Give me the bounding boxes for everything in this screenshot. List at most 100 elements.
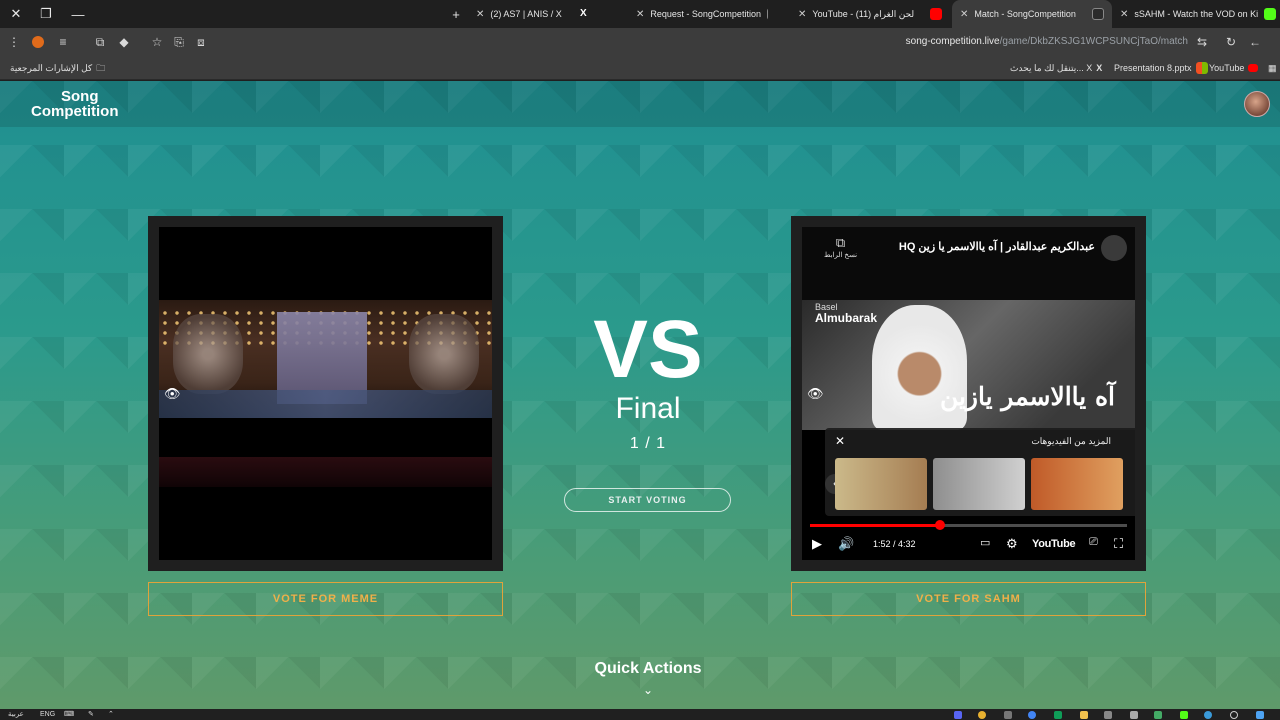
more-videos-panel: ✕ المزيد من الفيديوهات ‹ <box>825 428 1135 516</box>
keyboard-icon[interactable]: ⌨ <box>64 709 74 720</box>
restore-window-icon[interactable]: ❐ <box>30 0 62 28</box>
kick-icon <box>1264 8 1277 20</box>
tab-as7[interactable]: ✕ (2) AS7 | ANIS / X X <box>468 0 600 28</box>
bookmarks-folder[interactable]: كل الإشارات المرجعية 🗀 <box>10 56 105 80</box>
volume-icon[interactable]: 🔊 <box>838 536 854 552</box>
copy-icon: ⧉ <box>835 235 846 250</box>
video-player-right[interactable]: عبدالكريم عبدالقادر | آه ياالاسمر يا زين… <box>802 227 1135 560</box>
taskbar-app-icon[interactable] <box>1130 711 1138 719</box>
bookmark-item[interactable]: YouTube <box>1209 56 1259 80</box>
taskbar-app-icon[interactable] <box>1104 711 1112 719</box>
youtube-logo[interactable]: YouTube <box>1032 538 1076 550</box>
taskbar-app-icon[interactable] <box>954 711 962 719</box>
cast-icon[interactable]: ⎚ <box>1089 536 1098 549</box>
player-controls: ▶ 🔊 1:52 / 4:32 ▭ ⚙ YouTube ⎚ ⛶ <box>802 518 1135 560</box>
pen-icon[interactable]: ✎ <box>88 709 94 720</box>
minimize-window-icon[interactable]: — <box>62 0 94 28</box>
tab-request[interactable]: ✕ Request - SongCompetition <box>628 0 768 28</box>
suggested-video-thumbnail[interactable] <box>835 458 927 510</box>
x-icon: X <box>1096 63 1103 73</box>
taskbar-app-icon[interactable] <box>1004 711 1012 719</box>
back-icon[interactable]: ← <box>1245 28 1265 56</box>
extension-icon[interactable]: ≡ <box>53 28 73 56</box>
close-tab-icon[interactable]: ✕ <box>798 9 806 20</box>
overlay-title: آه ياالاسمر يازين <box>939 382 1115 411</box>
windows-start-icon[interactable] <box>1256 711 1264 719</box>
bookmarks-folder-label: كل الإشارات المرجعية <box>10 63 93 73</box>
menu-dots-icon[interactable]: ⋮ <box>4 28 24 56</box>
close-tab-icon[interactable]: ✕ <box>960 9 968 20</box>
close-tab-icon[interactable]: ✕ <box>1120 9 1128 20</box>
video-title[interactable]: عبدالكريم عبدالقادر | آه ياالاسمر يا زين… <box>899 240 1095 253</box>
round-counter: 1 / 1 <box>629 435 667 452</box>
search-icon[interactable] <box>1230 711 1238 719</box>
bookmark-item[interactable]: يتنقل لك ما يحدث... X X <box>1010 56 1102 80</box>
tab-title: YouTube - (11) لحن الغرام <box>812 8 915 19</box>
progress-knob[interactable] <box>934 520 945 530</box>
songcompetition-icon <box>766 8 768 20</box>
office-icon <box>1195 62 1208 74</box>
share-icon[interactable]: ⎘ <box>169 28 189 56</box>
bookmark-item[interactable]: Presentation 8.pptx <box>1114 56 1208 80</box>
settings-gear-icon[interactable]: ⚙ <box>1006 536 1018 552</box>
chevron-up-icon[interactable]: ⌃ <box>108 709 114 720</box>
folder-icon[interactable] <box>1080 711 1088 719</box>
vote-left-button[interactable]: VOTE FOR MEME <box>148 582 503 616</box>
chevron-down-icon[interactable]: ⌄ <box>638 683 658 697</box>
os-taskbar: عربية ENG ⌨ ✎ ⌃ <box>0 709 1280 720</box>
vote-right-button[interactable]: VOTE FOR SAHM <box>791 582 1146 616</box>
install-icon[interactable]: ⧈ <box>191 28 211 56</box>
logo-line-1: Song <box>61 88 99 105</box>
play-icon[interactable]: ▶ <box>812 536 822 552</box>
reload-icon[interactable]: ↻ <box>1221 28 1241 56</box>
suggested-video-thumbnail[interactable] <box>933 458 1025 510</box>
site-settings-icon[interactable]: ⇆ <box>1192 28 1212 56</box>
singer-image <box>872 305 967 430</box>
stage-floor <box>159 390 492 418</box>
concert-stage-image <box>159 300 492 418</box>
logo-line-2: Competition <box>31 103 119 120</box>
url-path: /game/DkbZKSJG1WCPSUNCjTaO/match <box>999 36 1188 47</box>
address-bar[interactable]: song-competition.live/game/DkbZKSJG1WCPS… <box>906 28 1188 56</box>
avatar[interactable] <box>1244 91 1270 117</box>
close-tab-icon[interactable]: ✕ <box>636 9 644 20</box>
taskbar-app-icon[interactable] <box>1180 711 1188 719</box>
brand-big: Almubarak <box>815 311 878 325</box>
tab-match[interactable]: ✕ Match - SongCompetition <box>952 0 1112 28</box>
song-competition-page: Song Competition 👁 VS Final 1 / 1 START … <box>0 81 1280 709</box>
site-logo[interactable]: Song Competition <box>31 89 119 119</box>
close-icon[interactable]: ✕ <box>835 434 845 448</box>
progress-bar[interactable] <box>810 520 1127 530</box>
songcompetition-icon <box>1092 8 1104 20</box>
copy-link-button[interactable]: ⧉ نسخ الرابط <box>824 235 857 259</box>
extension-icon[interactable]: ◆ <box>114 28 134 56</box>
subtitles-icon[interactable]: ▭ <box>980 536 990 549</box>
start-voting-button[interactable]: START VOTING <box>564 488 731 512</box>
eye-icon[interactable]: 👁 <box>164 386 181 401</box>
chrome-icon[interactable] <box>978 711 986 719</box>
bookmark-label: يتنقل لك ما يحدث... X <box>1010 63 1093 73</box>
projected-face <box>409 314 479 394</box>
extension-icon[interactable] <box>28 28 48 56</box>
channel-avatar[interactable] <box>1101 235 1127 261</box>
url-domain: song-competition.live <box>905 36 1000 47</box>
taskbar-app-icon[interactable] <box>1154 711 1162 719</box>
taskbar-app-icon[interactable] <box>1204 711 1212 719</box>
close-tab-icon[interactable]: ✕ <box>476 9 484 20</box>
video-player-left[interactable] <box>159 227 492 560</box>
close-window-icon[interactable]: ✕ <box>0 0 32 28</box>
taskbar-lang[interactable]: ENG <box>40 709 55 720</box>
more-bookmarks-icon[interactable]: ▦ <box>1268 56 1277 80</box>
taskbar-app-icon[interactable] <box>1028 711 1036 719</box>
fullscreen-icon[interactable]: ⛶ <box>1114 536 1123 552</box>
tab-youtube[interactable]: ✕ YouTube - (11) لحن الغرام <box>790 0 950 28</box>
suggested-video-thumbnail[interactable] <box>1031 458 1123 510</box>
extension-icon[interactable]: ⧉ <box>90 28 110 56</box>
taskbar-app-icon[interactable] <box>1054 711 1062 719</box>
tab-kick[interactable]: ✕ sSAHM - Watch the VOD on Ki <box>1112 0 1280 28</box>
more-videos-label: المزيد من الفيديوهات <box>1031 436 1111 446</box>
bookmark-star-icon[interactable]: ☆ <box>147 28 167 56</box>
youtube-icon <box>1248 64 1259 72</box>
video-time: 1:52 / 4:32 <box>873 539 916 549</box>
eye-icon[interactable]: 👁 <box>807 386 824 401</box>
